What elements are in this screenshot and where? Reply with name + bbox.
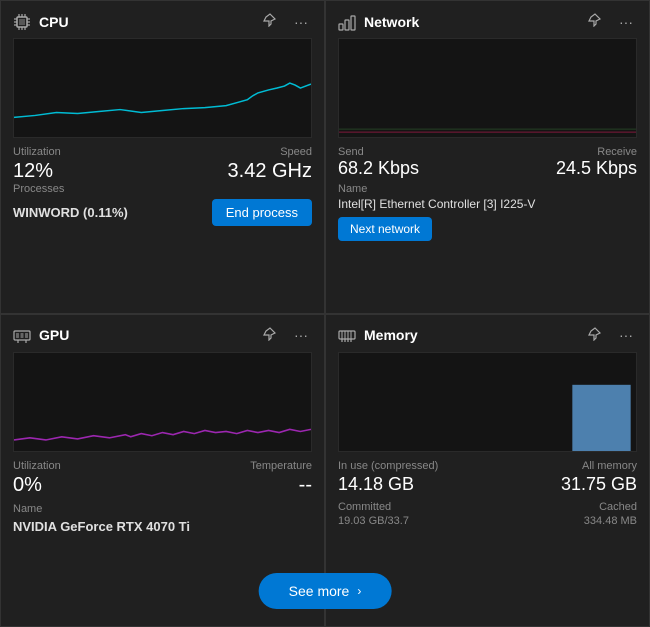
memory-all-label: All memory [582,460,637,472]
gpu-chart [13,352,312,452]
cpu-speed-label: Speed [280,146,312,158]
cpu-chart [13,38,312,138]
cpu-header: CPU ··· [13,11,312,32]
network-more-icon: ··· [619,14,633,30]
cpu-pin-button[interactable] [258,11,280,32]
network-pin-button[interactable] [583,11,605,32]
gpu-actions: ··· [258,325,312,346]
memory-in-use-value: 14.18 GB [338,474,414,495]
cpu-actions: ··· [258,11,312,32]
network-title: Network [364,14,419,30]
cpu-values: 12% 3.42 GHz [13,160,312,183]
gpu-more-button[interactable]: ··· [290,325,312,345]
network-receive-group: Receive 24.5 Kbps [556,146,637,179]
cpu-processes-label: Processes [13,183,312,195]
cpu-process-row: WINWORD (0.11%) End process [13,199,312,226]
cpu-utilization-value: 12% [13,160,53,183]
cpu-icon [13,13,31,31]
gpu-title-group: GPU [13,326,69,344]
cpu-more-icon: ··· [294,14,308,30]
network-chart [338,38,637,138]
network-send-value: 68.2 Kbps [338,158,419,179]
network-more-button[interactable]: ··· [615,12,637,32]
memory-actions: ··· [583,325,637,346]
cpu-more-button[interactable]: ··· [290,12,312,32]
memory-secondary-labels: Committed Cached [338,501,637,513]
network-send-group: Send 68.2 Kbps [338,146,419,179]
gpu-utilization-value: 0% [13,474,42,497]
memory-more-icon: ··· [619,327,633,343]
next-network-button[interactable]: Next network [338,217,432,241]
gpu-more-icon: ··· [294,327,308,343]
memory-chart [338,352,637,452]
gpu-name-value: NVIDIA GeForce RTX 4070 Ti [13,519,312,534]
gpu-temperature-label: Temperature [250,460,312,472]
cpu-title: CPU [39,14,69,30]
end-process-button[interactable]: End process [212,199,312,226]
see-more-label: See more [289,583,350,599]
network-receive-label: Receive [556,146,637,158]
memory-values: 14.18 GB 31.75 GB [338,474,637,495]
network-name-label: Name [338,183,637,195]
gpu-temperature-value: -- [299,474,312,497]
network-header: Network ··· [338,11,637,32]
gpu-values: 0% -- [13,474,312,497]
network-name-value: Intel[R] Ethernet Controller [3] I225-V [338,197,637,211]
memory-committed-value: 19.03 GB/33.7 [338,515,409,527]
network-icon [338,13,356,31]
network-send-label: Send [338,146,419,158]
network-speeds: Send 68.2 Kbps Receive 24.5 Kbps [338,146,637,179]
memory-cached-label: Cached [599,501,637,513]
see-more-chevron-icon: › [357,584,361,598]
memory-all-value: 31.75 GB [561,474,637,495]
network-title-group: Network [338,13,419,31]
cpu-speed-value: 3.42 GHz [228,160,312,183]
see-more-button[interactable]: See more › [259,573,392,609]
gpu-header: GPU ··· [13,325,312,346]
memory-committed-label: Committed [338,501,391,513]
memory-secondary-values: 19.03 GB/33.7 334.48 MB [338,515,637,527]
memory-header: Memory ··· [338,325,637,346]
network-card: Network ··· Send [325,0,650,314]
memory-icon [338,326,356,344]
memory-title-group: Memory [338,326,418,344]
network-actions: ··· [583,11,637,32]
gpu-title: GPU [39,327,69,343]
gpu-icon [13,326,31,344]
memory-in-use-label: In use (compressed) [338,460,438,472]
cpu-stats-labels: Utilization Speed [13,146,312,158]
network-receive-value: 24.5 Kbps [556,158,637,179]
memory-title: Memory [364,327,418,343]
cpu-utilization-label: Utilization [13,146,61,158]
memory-cached-value: 334.48 MB [584,515,637,527]
cpu-title-group: CPU [13,13,69,31]
memory-more-button[interactable]: ··· [615,325,637,345]
gpu-pin-button[interactable] [258,325,280,346]
cpu-process-name: WINWORD (0.11%) [13,205,128,220]
gpu-stats-labels: Utilization Temperature [13,460,312,472]
cpu-card: CPU ··· Utilization Speed [0,0,325,314]
main-grid: CPU ··· Utilization Speed [0,0,650,627]
memory-stats-labels: In use (compressed) All memory [338,460,637,472]
gpu-utilization-label: Utilization [13,460,61,472]
memory-pin-button[interactable] [583,325,605,346]
gpu-name-label: Name [13,503,312,515]
